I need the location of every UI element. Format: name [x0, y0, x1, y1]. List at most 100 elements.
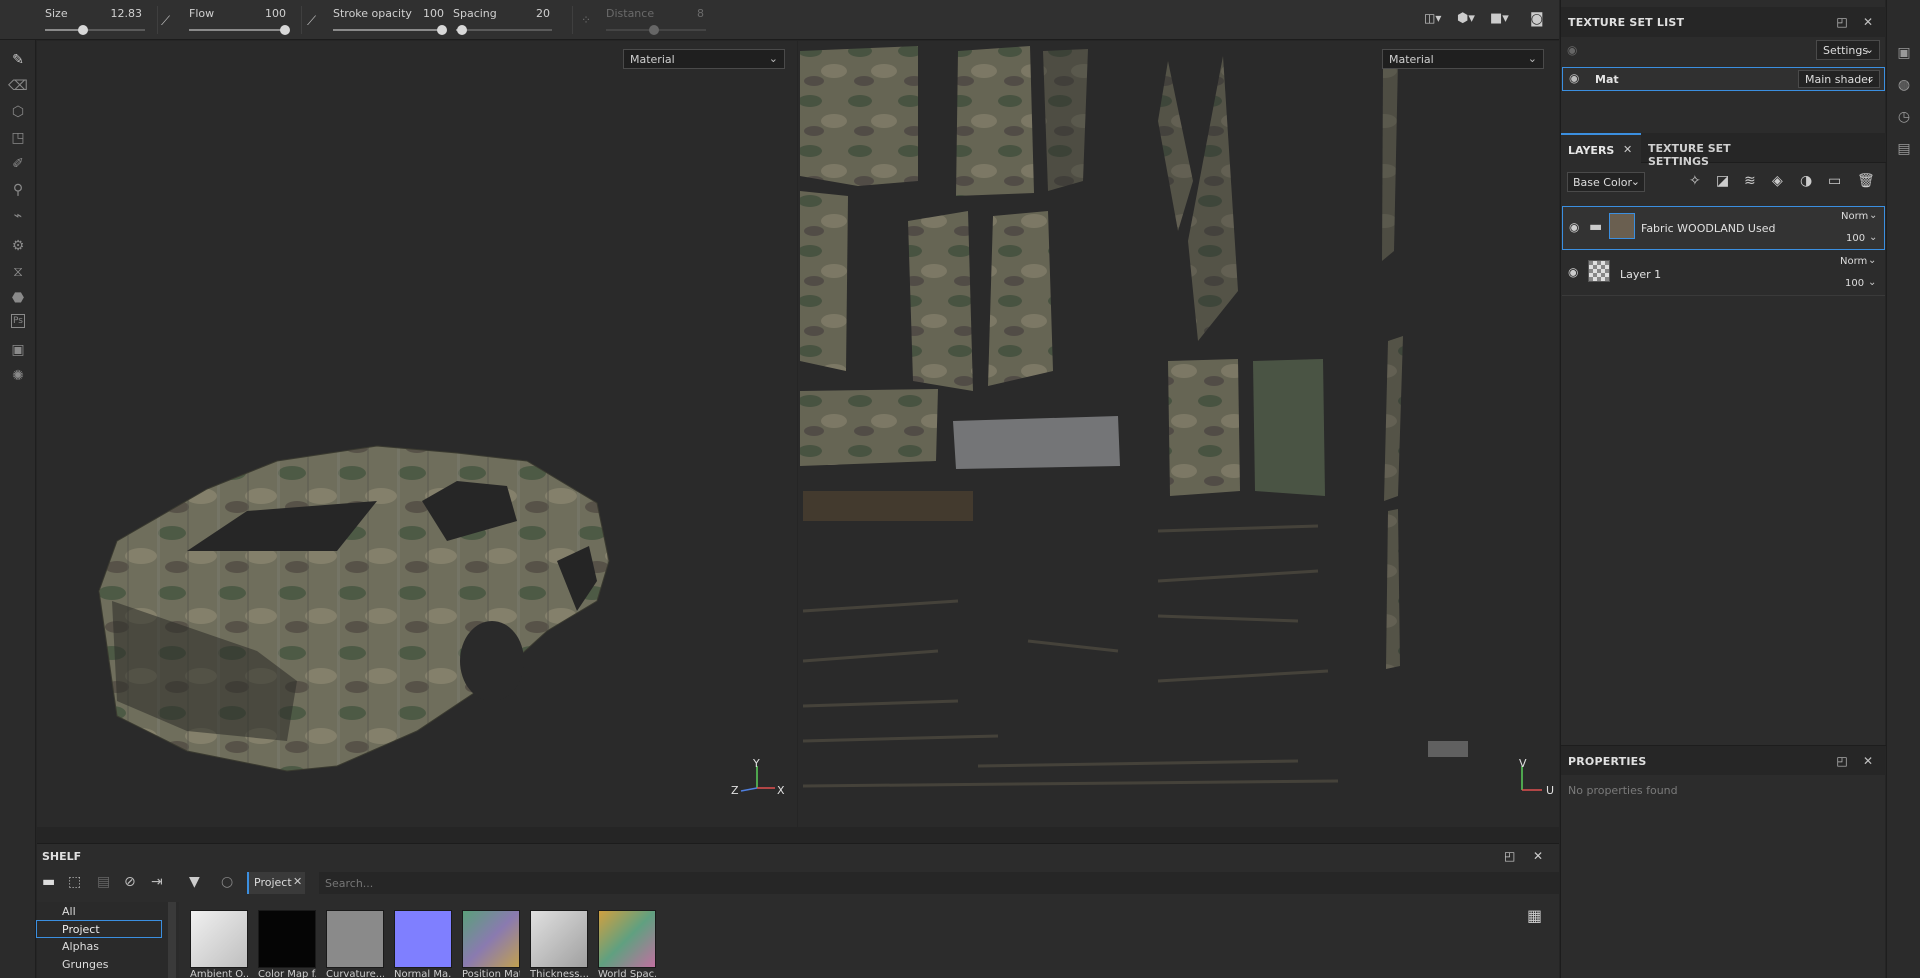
search-input[interactable]	[319, 872, 1559, 894]
environment-icon[interactable]: ◍	[1895, 76, 1913, 94]
category-grunges[interactable]: Grunges	[62, 958, 108, 971]
category-project[interactable]: Project	[62, 923, 100, 936]
folder-icon[interactable]: ▬	[42, 874, 55, 890]
plugin-settings-icon[interactable]: ✺	[8, 366, 28, 386]
close-icon[interactable]: ✕	[293, 875, 302, 888]
shelf-item-thumbnail[interactable]	[326, 910, 384, 968]
add-fill-layer-icon[interactable]: ◈	[1772, 173, 1783, 189]
layers-tab-bar: LAYERS ✕ TEXTURE SET SETTINGS	[1561, 133, 1886, 168]
texture-set-settings-dropdown[interactable]: Settings ⌄	[1816, 40, 1880, 60]
undock-icon[interactable]: ◰	[1835, 754, 1849, 768]
chevron-down-icon: ⌄	[1868, 277, 1877, 288]
layer-thumbnail	[1588, 260, 1610, 282]
new-shelf-icon[interactable]: ⬚	[68, 874, 81, 890]
distance-slider	[606, 25, 706, 35]
visibility-eye-icon[interactable]: ◉	[1569, 71, 1579, 85]
log-icon[interactable]: ▤	[1895, 140, 1913, 158]
filter-chip[interactable]: Project ✕	[247, 872, 305, 894]
channel-dropdown[interactable]: Base Color ⌄	[1567, 172, 1645, 192]
distance-label: Distance	[606, 7, 655, 20]
category-scrollbar[interactable]	[168, 902, 176, 978]
paint-brush-icon[interactable]: ✎	[8, 50, 28, 70]
layer-blend-mode[interactable]: Norm	[1840, 256, 1867, 267]
size-value[interactable]: 12.83	[100, 7, 143, 20]
add-smart-material-icon[interactable]: ◑	[1800, 173, 1812, 189]
shelf-item-thumbnail[interactable]	[598, 910, 656, 968]
layer-row[interactable]: ◉ Layer 1 Norm ⌄ 100 ⌄	[1562, 252, 1885, 296]
clone-stamp-icon[interactable]: ⚲	[8, 180, 28, 200]
visibility-eye-icon[interactable]: ◉	[1569, 220, 1579, 234]
category-alphas[interactable]: Alphas	[62, 940, 99, 953]
hide-icon[interactable]: ⊘	[124, 874, 136, 890]
eraser-icon[interactable]: ⌫	[8, 76, 28, 96]
projection-icon[interactable]: ⬡	[8, 102, 28, 122]
smudge-icon[interactable]: ✐	[8, 154, 28, 174]
screenshot-camera-icon[interactable]: ◙	[1530, 11, 1544, 27]
chevron-down-icon: ⌄	[1868, 255, 1877, 266]
measure-icon[interactable]: ⧖	[8, 262, 28, 282]
grid-view-icon[interactable]: ▦	[1527, 906, 1542, 925]
visibility-eye-icon[interactable]: ◉	[1568, 265, 1578, 279]
bake-settings-icon[interactable]: ⚙	[8, 236, 28, 256]
flow-value[interactable]: 100	[250, 7, 286, 20]
undock-icon[interactable]: ◰	[1504, 849, 1515, 863]
filter-chip-label: Project	[254, 876, 292, 889]
flow-slider[interactable]	[189, 25, 290, 35]
chevron-down-icon: ⌄	[1869, 232, 1878, 243]
shader-dropdown[interactable]: Main shader ⌄	[1798, 70, 1880, 88]
shelf-item-thumbnail[interactable]	[190, 910, 248, 968]
color-picker-icon[interactable]: ⌁	[8, 206, 28, 226]
delete-layer-icon[interactable]: 🗑	[1857, 173, 1875, 189]
tab-texture-set-settings[interactable]: TEXTURE SET SETTINGS	[1645, 133, 1785, 168]
flow-mode-icon[interactable]: ⟋	[161, 14, 170, 29]
shelf-item-thumbnail[interactable]	[258, 910, 316, 968]
close-icon[interactable]: ✕	[1623, 143, 1632, 156]
spacing-label: Spacing	[453, 7, 497, 20]
shelf-item-label: Ambient O...	[190, 969, 248, 978]
polygon-fill-icon[interactable]: ◳	[8, 128, 28, 148]
spacing-value[interactable]: 20	[510, 7, 550, 20]
tab-layers[interactable]: LAYERS ✕	[1561, 133, 1641, 163]
stroke-opacity-mode-icon[interactable]: ⟋	[307, 14, 316, 29]
category-all[interactable]: All	[62, 905, 76, 918]
shelf-item-label: Normal Ma...	[394, 969, 452, 978]
stroke-opacity-value[interactable]: 100	[410, 7, 444, 20]
split-view-icon[interactable]: ◫▾	[1424, 11, 1441, 25]
layer-blend-mode[interactable]: Norm	[1841, 211, 1868, 222]
shelf-item-thumbnail[interactable]	[394, 910, 452, 968]
layer-row[interactable]: ◉ ▬ Fabric WOODLAND Used Norm ⌄ 100 ⌄	[1562, 206, 1885, 250]
shelf-item-thumbnail[interactable]	[462, 910, 520, 968]
add-mask-icon[interactable]: ◪	[1716, 173, 1729, 189]
shelf-item-label: Position Mat...	[462, 969, 520, 978]
viewport-2d-channel-dropdown[interactable]: Material ⌄	[1382, 49, 1544, 69]
undock-icon[interactable]: ◰	[1835, 15, 1849, 29]
add-effect-icon[interactable]: ✧	[1689, 173, 1701, 189]
document-icon[interactable]: ▣	[8, 340, 28, 360]
viewport-2d[interactable]: Material ⌄ V U	[798, 41, 1559, 827]
visibility-eye-icon[interactable]: ◉	[1567, 43, 1577, 57]
add-folder-icon[interactable]: ▭	[1828, 173, 1841, 189]
close-icon[interactable]: ✕	[1533, 849, 1543, 863]
layer-opacity[interactable]: 100	[1845, 278, 1864, 289]
geometry-mask-icon[interactable]: ⬣	[8, 288, 28, 308]
close-icon[interactable]: ✕	[1861, 754, 1875, 768]
layer-opacity[interactable]: 100	[1846, 233, 1865, 244]
size-slider[interactable]	[45, 25, 145, 35]
viewport-3d[interactable]: Material ⌄ Y Z X	[37, 41, 797, 827]
photoshop-export-icon[interactable]: Ps	[11, 314, 25, 328]
filter-icon[interactable]: ▼	[189, 874, 200, 890]
cube-view-icon[interactable]: ⬢▾	[1457, 11, 1475, 26]
camera-video-icon[interactable]: ■▾	[1490, 11, 1509, 26]
spacing-slider[interactable]	[456, 25, 552, 35]
import-icon[interactable]: ⇥	[151, 874, 163, 890]
properties-title: PROPERTIES	[1568, 755, 1647, 768]
add-layer-icon[interactable]: ≋	[1744, 173, 1756, 189]
history-icon[interactable]: ◷	[1895, 108, 1913, 126]
shelf-item-thumbnail[interactable]	[530, 910, 588, 968]
display-settings-icon[interactable]: ▣	[1895, 44, 1913, 62]
car-model-render	[98, 445, 610, 772]
circle-filter-icon[interactable]: ○	[221, 874, 233, 890]
texture-set-row-mat[interactable]: ◉ Mat Main shader ⌄	[1562, 67, 1885, 91]
stroke-opacity-slider[interactable]	[333, 25, 447, 35]
close-icon[interactable]: ✕	[1861, 15, 1875, 29]
